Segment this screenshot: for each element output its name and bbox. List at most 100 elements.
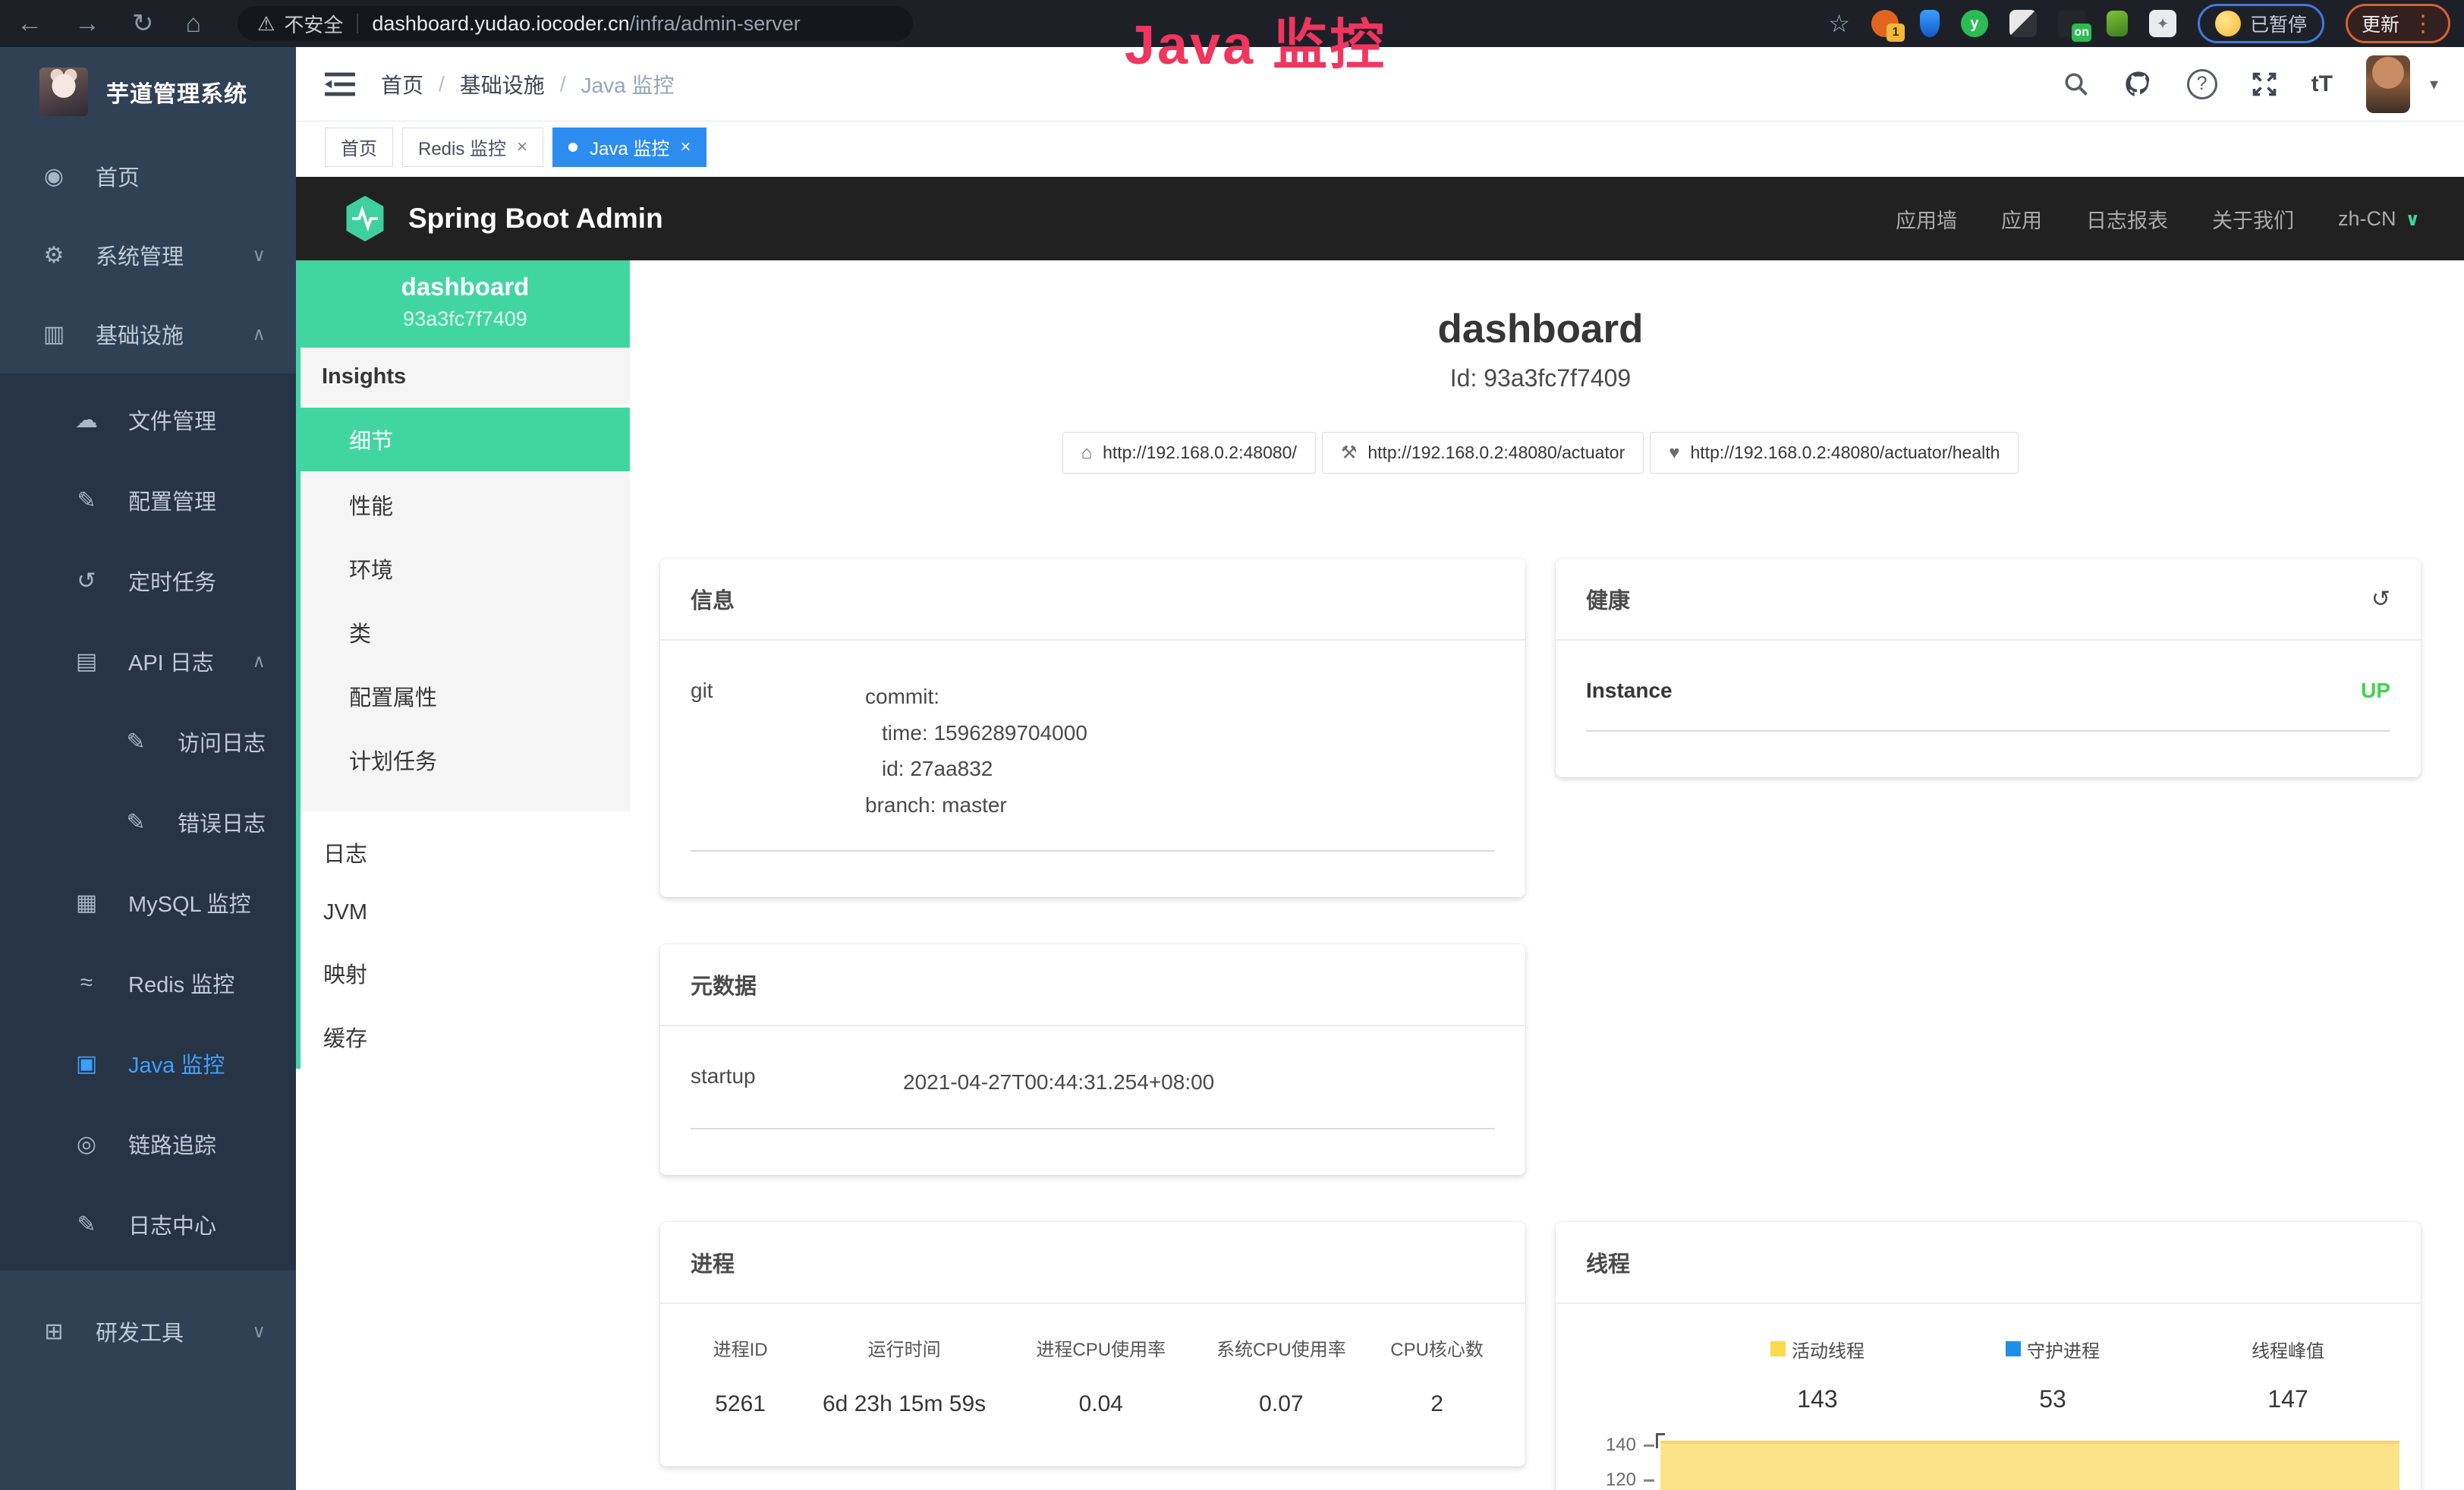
health-url-button[interactable]: ♥http://192.168.0.2:48080/actuator/healt… [1650,432,2019,474]
wrench-icon: ⚒ [1341,442,1358,464]
chevron-up-icon: ∧ [252,323,266,345]
browser-menu-icon[interactable]: ⋮ [2412,11,2434,37]
breadcrumb-infra[interactable]: 基础设施 [460,69,545,99]
info-key: git [691,679,865,823]
sidebar-item-error-log[interactable]: ✎ 错误日志 [0,782,296,862]
search-icon[interactable] [2063,71,2090,98]
sidebar-item-system[interactable]: ⚙ 系统管理 ∨ [0,216,296,295]
breadcrumb-home[interactable]: 首页 [381,69,423,99]
sba-item-mappings[interactable]: 映射 [301,941,630,1005]
browser-reload-icon[interactable]: ↻ [132,8,154,39]
extension-grid-icon[interactable] [2009,10,2037,37]
browser-home-icon[interactable]: ⌂ [186,9,202,39]
col-uptime: 运行时间 [798,1334,1011,1391]
sba-locale-select[interactable]: zh-CN∨ [2338,207,2420,231]
bookmark-star-icon[interactable]: ☆ [1828,9,1850,38]
security-label[interactable]: 不安全 [284,10,343,38]
sba-item-environment[interactable]: 环境 [301,537,630,600]
sba-nav-about[interactable]: 关于我们 [2212,204,2294,234]
sba-item-config-props[interactable]: 配置属性 [301,664,630,728]
app-logo-row[interactable]: 芋道管理系统 [0,47,296,137]
status-badge: UP [2361,679,2390,703]
sba-item-classes[interactable]: 类 [301,600,630,664]
browser-back-icon[interactable]: ← [17,9,42,39]
close-icon[interactable]: × [517,137,527,158]
sidebar-item-trace[interactable]: ◎ 链路追踪 [0,1104,296,1184]
sba-nav-journal[interactable]: 日志报表 [2086,204,2168,234]
process-table: 进程ID 运行时间 进程CPU使用率 系统CPU使用率 CPU核心数 5261 … [683,1334,1503,1425]
sba-item-logs[interactable]: 日志 [301,821,630,884]
sba-item-caches[interactable]: 缓存 [301,1005,630,1069]
extension-y-icon[interactable]: y [1961,10,1988,37]
sidebar-item-mysql-monitor[interactable]: ▦ MySQL 监控 [0,862,296,943]
page-title: dashboard [660,306,2421,352]
screen: ← → ↻ ⌂ ⚠ 不安全 dashboard.yudao.iocoder.cn… [0,0,2464,1490]
threads-body: 活动线程 143 守护进程 53 线程峰值 14 [1556,1304,2421,1490]
close-icon[interactable]: × [680,137,691,158]
app-title: 芋道管理系统 [106,75,247,109]
sidebar-item-label: 研发工具 [96,1315,184,1347]
address-bar[interactable]: ⚠ 不安全 dashboard.yudao.iocoder.cn/infra/a… [238,6,913,41]
database-icon: ▦ [72,890,101,916]
github-icon[interactable] [2123,70,2154,99]
sba-navbar: Spring Boot Admin 应用墙 应用 日志报表 关于我们 zh-CN… [296,177,2464,260]
hamburger-icon[interactable] [325,71,355,97]
ytick-140: 140 [1571,1435,1636,1456]
sidebar-item-access-log[interactable]: ✎ 访问日志 [0,701,296,782]
extension-list-icon[interactable]: on [2058,10,2085,37]
sidebar-item-redis-monitor[interactable]: ≈ Redis 监控 [0,943,296,1023]
legend-daemon-threads: 守护进程 53 [1935,1336,2170,1413]
sidebar-item-infra[interactable]: ▥ 基础设施 ∧ [0,295,296,373]
sidebar-item-label: API 日志 [128,645,214,677]
doc-edit-icon: ✎ [121,809,150,836]
insights-group-label: Insights [301,348,630,406]
tab-java-monitor[interactable]: Java 监控× [552,128,706,167]
instance-header[interactable]: dashboard 93a3fc7f7409 [301,260,630,348]
sidebar-item-label: MySQL 监控 [128,887,251,918]
security-warning-icon[interactable]: ⚠ [257,12,275,36]
sba-item-scheduled-tasks[interactable]: 计划任务 [301,728,630,792]
extension-refresh-icon[interactable]: 1 [1871,10,1899,37]
sba-sidebar-inner: dashboard 93a3fc7f7409 Insights 细节 性能 环境… [296,260,630,1069]
sidebar-item-home[interactable]: ◉ 首页 [0,137,296,216]
sidebar-item-scheduled-job[interactable]: ↺ 定时任务 [0,540,296,621]
metadata-startup-row: startup 2021-04-27T00:44:31.254+08:00 [691,1064,1495,1129]
sba-item-details[interactable]: 细节 [301,406,630,473]
browser-update-button[interactable]: 更新 ⋮ [2346,4,2450,43]
sidebar-item-log-center[interactable]: ✎ 日志中心 [0,1184,296,1265]
help-icon[interactable]: ? [2187,69,2217,99]
sidebar-item-api-log[interactable]: ▤ API 日志 ∧ [0,621,296,701]
browser-forward-icon[interactable]: → [74,9,100,39]
profile-paused-pill[interactable]: 已暂停 [2198,4,2324,43]
history-icon[interactable]: ↺ [2371,586,2390,613]
col-pid: 进程ID [683,1334,798,1391]
actuator-url-button[interactable]: ⚒http://192.168.0.2:48080/actuator [1322,432,1644,474]
extension-pin-icon[interactable] [1920,10,1940,37]
service-url-button[interactable]: ⌂http://192.168.0.2:48080/ [1062,432,1316,474]
threads-chart: 140 120 100 [1571,1438,2406,1490]
paused-label: 已暂停 [2250,10,2307,37]
tab-redis-monitor[interactable]: Redis 监控× [402,128,543,167]
sba-body: dashboard 93a3fc7f7409 Insights 细节 性能 环境… [296,260,2464,1490]
sidebar-item-java-monitor[interactable]: ▣ Java 监控 [0,1023,296,1104]
user-avatar[interactable] [2366,55,2410,113]
sidebar-item-label: Redis 监控 [128,967,234,999]
sba-brand[interactable]: Spring Boot Admin [343,194,663,243]
sidebar-item-config-manage[interactable]: ✎ 配置管理 [0,460,296,540]
sba-item-jvm[interactable]: JVM [301,884,630,941]
legend-label: 线程峰值 [2252,1336,2324,1362]
sidebar-item-dev-tools[interactable]: ⊞ 研发工具 ∨ [0,1292,296,1371]
sba-item-metrics[interactable]: 性能 [301,473,630,537]
git-commit-time: time: 1596289704000 [865,715,1495,751]
sba-nav-applications[interactable]: 应用 [2001,204,2042,234]
sidebar-item-label: 错误日志 [178,806,266,838]
doc-edit-icon: ✎ [121,729,150,755]
sidebar-item-file-manage[interactable]: ☁ 文件管理 [0,380,296,460]
sba-nav-wallboard[interactable]: 应用墙 [1896,204,1957,234]
fullscreen-icon[interactable] [2251,71,2278,98]
font-size-icon[interactable]: tT [2311,71,2333,97]
extension-leaf-icon[interactable] [2107,11,2128,36]
tab-home[interactable]: 首页 [325,128,393,167]
extension-puzzle-icon[interactable]: ✦ [2149,10,2176,37]
avatar-caret-icon[interactable]: ▾ [2430,74,2438,94]
